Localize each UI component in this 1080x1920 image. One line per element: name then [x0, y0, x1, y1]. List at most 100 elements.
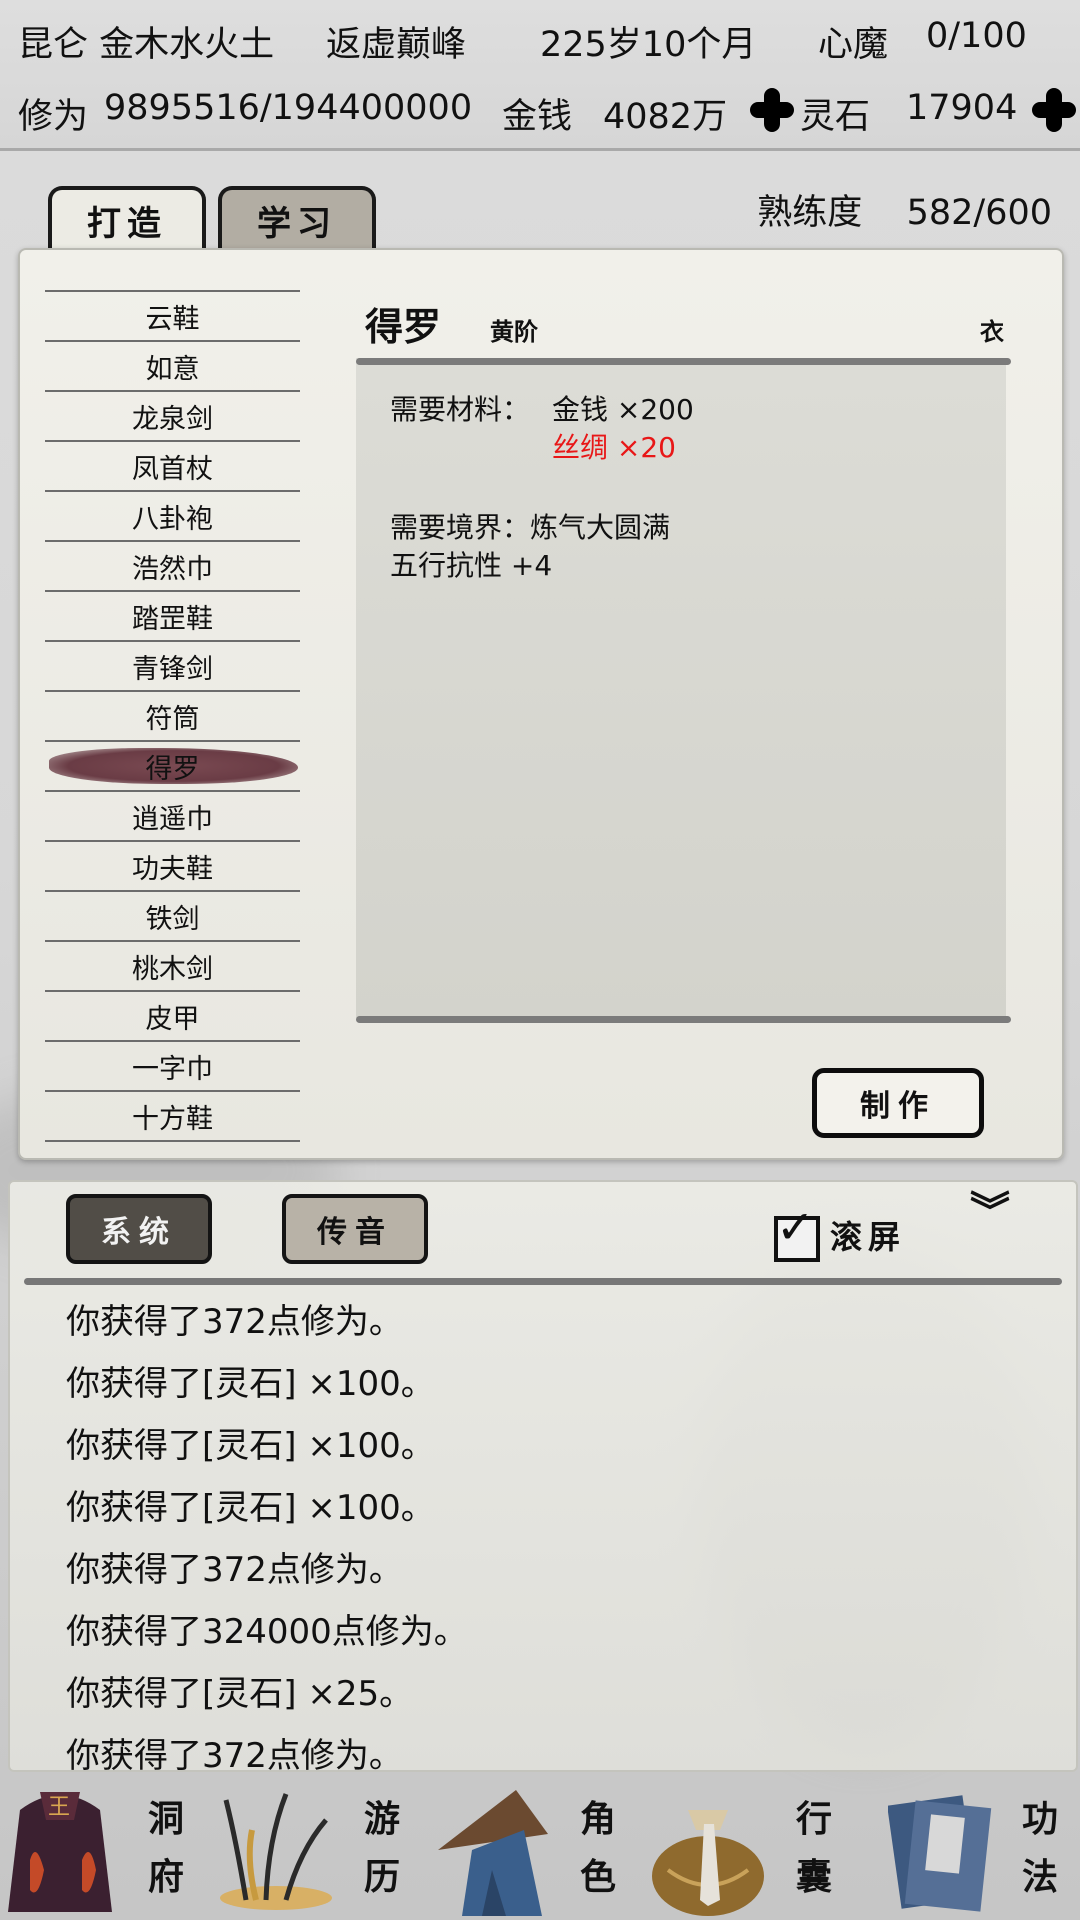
log-line: 你获得了324000点修为。	[66, 1612, 468, 1652]
tab-voice[interactable]: 传音	[282, 1194, 428, 1264]
recipe-item-label: 十方鞋	[132, 1103, 213, 1135]
recipe-item[interactable]: 浩然巾	[45, 542, 300, 592]
recipe-items: 云鞋 如意 龙泉剑 凤首杖 八卦袍 浩然巾 踏罡鞋 青锋剑 符筒 得罗 逍遥巾 …	[45, 292, 300, 1142]
recipe-item-label: 凤首杖	[132, 453, 213, 485]
proficiency-label: 熟练度	[757, 193, 863, 233]
make-button[interactable]: 制作	[812, 1068, 984, 1138]
nav-character-label-1: 角	[580, 1798, 617, 1840]
recipe-item-label: 桃木剑	[132, 953, 213, 985]
heart-demon-value: 0/100	[926, 16, 1027, 56]
recipe-item-label: 皮甲	[145, 1003, 200, 1035]
recipe-item[interactable]: 如意	[45, 342, 300, 392]
recipe-item-label: 如意	[145, 353, 200, 385]
tab-craft[interactable]: 打造	[48, 186, 206, 250]
nav-character[interactable]: 角 色	[432, 1772, 648, 1920]
log-line: 你获得了372点修为。	[66, 1736, 403, 1776]
recipe-item-label: 云鞋	[145, 303, 200, 335]
log-line: 你获得了372点修为。	[66, 1302, 403, 1342]
sect-elements: 昆仑 金木水火土	[18, 25, 275, 65]
recipe-item[interactable]: 逍遥巾	[45, 792, 300, 842]
status-bar: 昆仑 金木水火土 返虚巅峰 225岁10个月 心魔 0/100 修为 98955…	[0, 0, 1080, 151]
material-silk-insufficient: 丝绸 ×20	[552, 431, 676, 464]
recipe-item-label: 青锋剑	[132, 653, 213, 685]
recipe-item-label: 八卦袍	[132, 503, 213, 535]
nav-bag-label-1: 行	[796, 1798, 833, 1840]
recipe-item-label: 逍遥巾	[132, 803, 213, 835]
recipe-item-label: 浩然巾	[132, 553, 213, 585]
nav-cave-label-1: 洞	[148, 1798, 185, 1840]
message-panel: 系统 传音 ✓ 滚屏 ︾ 你获得了372点修为。 你获得了[灵石] ×100。 …	[8, 1180, 1078, 1776]
chat-divider	[24, 1278, 1062, 1285]
recipe-item-selected[interactable]: 得罗	[45, 742, 300, 792]
nav-travel[interactable]: 游 历	[216, 1772, 432, 1920]
item-name: 得罗	[365, 304, 442, 349]
recipe-item[interactable]: 云鞋	[45, 292, 300, 342]
bottom-nav: 王 洞 府 游 历 角 色 行 囊 功 法	[0, 1772, 1080, 1920]
recipe-item[interactable]: 龙泉剑	[45, 392, 300, 442]
log-line: 你获得了[灵石] ×100。	[66, 1488, 435, 1528]
nav-skills-label-2: 法	[1022, 1856, 1059, 1898]
proficiency: 熟练度 582/600	[757, 184, 1052, 235]
spirit-stone-value: 17904	[906, 88, 1018, 128]
money-label: 金钱	[502, 97, 573, 137]
recipe-list[interactable]: 云鞋 如意 龙泉剑 凤首杖 八卦袍 浩然巾 踏罡鞋 青锋剑 符筒 得罗 逍遥巾 …	[45, 250, 300, 1150]
tab-system[interactable]: 系统	[66, 1194, 212, 1264]
recipe-item[interactable]: 青锋剑	[45, 642, 300, 692]
recipe-item[interactable]: 铁剑	[45, 892, 300, 942]
log-line: 你获得了[灵石] ×100。	[66, 1426, 435, 1466]
cultivation-label: 修为	[18, 97, 89, 137]
nav-travel-label-2: 历	[364, 1856, 401, 1898]
recipe-item[interactable]: 十方鞋	[45, 1092, 300, 1142]
collapse-chevron-icon[interactable]: ︾	[970, 1192, 1010, 1232]
realm-label: 返虚巅峰	[326, 25, 467, 65]
bag-pouch-icon	[652, 1810, 764, 1916]
checkmark-icon: ✓	[776, 1200, 815, 1254]
recipe-item[interactable]: 符筒	[45, 692, 300, 742]
log-line: 你获得了[灵石] ×100。	[66, 1364, 435, 1404]
nav-bag[interactable]: 行 囊	[648, 1772, 864, 1920]
recipe-item-label: 符筒	[145, 703, 200, 735]
add-spirit-stone-icon[interactable]	[1032, 88, 1076, 132]
svg-text:王: 王	[48, 1795, 70, 1820]
recipe-item-label: 得罗	[145, 753, 200, 785]
nav-cave[interactable]: 王 洞 府	[0, 1772, 216, 1920]
recipe-item[interactable]: 一字巾	[45, 1042, 300, 1092]
money-value: 4082万	[603, 97, 728, 137]
log-line: 你获得了[灵石] ×25。	[66, 1674, 414, 1714]
materials-label: 需要材料：	[390, 393, 531, 426]
recipe-item[interactable]: 桃木剑	[45, 942, 300, 992]
log-line: 你获得了372点修为。	[66, 1550, 403, 1590]
recipe-item-label: 踏罡鞋	[132, 603, 213, 635]
item-grade: 黄阶	[490, 317, 538, 346]
nav-skills-label-1: 功	[1022, 1798, 1059, 1840]
recipe-detail-box	[356, 358, 1006, 1018]
age-label: 225岁10个月	[540, 25, 757, 65]
proficiency-value: 582/600	[906, 193, 1052, 233]
nav-travel-label-1: 游	[364, 1798, 401, 1840]
nav-character-label-2: 色	[580, 1856, 617, 1898]
recipe-item[interactable]: 踏罡鞋	[45, 592, 300, 642]
recipe-item-label: 功夫鞋	[132, 853, 213, 885]
auto-scroll-label: 滚屏	[830, 1218, 907, 1256]
recipe-item[interactable]: 八卦袍	[45, 492, 300, 542]
nav-cave-label-2: 府	[148, 1856, 185, 1898]
character-straw-hat-icon	[438, 1790, 548, 1916]
realm-requirement: 需要境界：炼气大圆满	[390, 511, 671, 544]
nav-bag-label-2: 囊	[796, 1856, 833, 1898]
travel-grass-icon	[220, 1793, 332, 1910]
craft-panel: 云鞋 如意 龙泉剑 凤首杖 八卦袍 浩然巾 踏罡鞋 青锋剑 符筒 得罗 逍遥巾 …	[18, 248, 1064, 1160]
cave-robe-icon: 王	[8, 1792, 112, 1912]
recipe-item[interactable]: 皮甲	[45, 992, 300, 1042]
recipe-item-label: 铁剑	[145, 903, 200, 935]
recipe-list-partial-row	[45, 250, 300, 292]
recipe-item-label: 一字巾	[132, 1053, 213, 1085]
tab-learn[interactable]: 学习	[218, 186, 376, 250]
recipe-item[interactable]: 凤首杖	[45, 442, 300, 492]
material-money: 金钱 ×200	[552, 393, 694, 426]
recipe-item[interactable]: 功夫鞋	[45, 842, 300, 892]
item-effect: 五行抗性 +4	[390, 549, 553, 582]
spirit-stone-label: 灵石	[800, 97, 871, 137]
heart-demon-label: 心魔	[818, 25, 889, 65]
add-money-icon[interactable]	[750, 88, 794, 132]
nav-skills[interactable]: 功 法	[864, 1772, 1080, 1920]
